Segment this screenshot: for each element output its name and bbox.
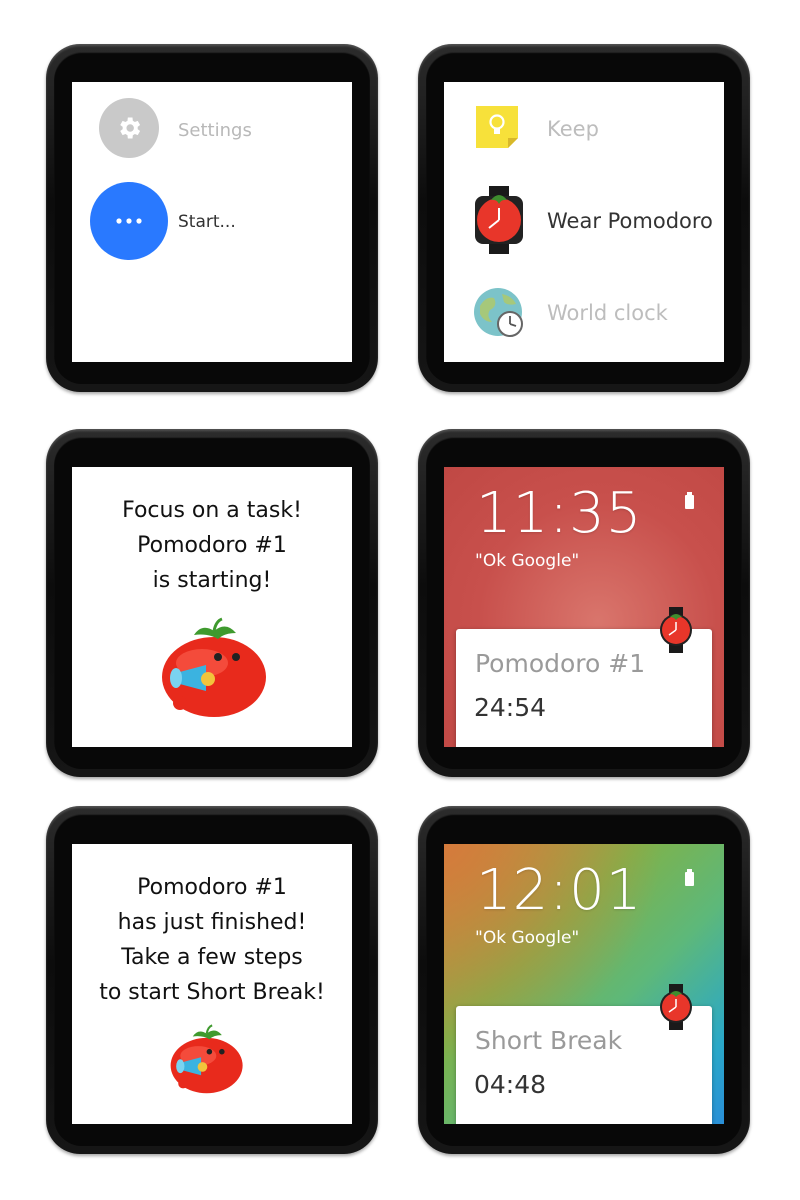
watch-frame-launcher: Settings Start... bbox=[46, 44, 378, 392]
clock-time: 11:35 bbox=[476, 481, 643, 546]
clock-time: 12:01 bbox=[476, 858, 643, 923]
card-timer: 04:48 bbox=[474, 1070, 547, 1099]
screen-break-ambient: 12:01 "Ok Google" Short Break 04:48 bbox=[444, 844, 724, 1124]
battery-icon bbox=[685, 869, 694, 886]
start-message: Focus on a task! Pomodoro #1 is starting… bbox=[72, 493, 352, 598]
message-line: has just finished! bbox=[117, 910, 307, 935]
screen-finish-message: Pomodoro #1 has just finished! Take a fe… bbox=[72, 844, 352, 1124]
pomodoro-watch-icon bbox=[658, 607, 694, 653]
message-line: Pomodoro #1 bbox=[137, 533, 287, 558]
menu-label-settings: Settings bbox=[178, 120, 252, 141]
app-label-wear-pomodoro: Wear Pomodoro bbox=[547, 209, 713, 233]
ok-google-hint[interactable]: "Ok Google" bbox=[475, 551, 579, 571]
message-line: Pomodoro #1 bbox=[137, 875, 287, 900]
menu-item-start[interactable]: Start... bbox=[72, 182, 352, 262]
menu-label-start: Start... bbox=[178, 212, 236, 232]
message-line: Take a few steps bbox=[121, 945, 303, 970]
pomodoro-watch-icon bbox=[658, 984, 694, 1030]
screen-app-list: Keep Wear Pomodoro World clock bbox=[444, 82, 724, 362]
message-line: to start Short Break! bbox=[99, 980, 325, 1005]
tomato-megaphone-icon bbox=[166, 1024, 250, 1096]
message-line: is starting! bbox=[152, 568, 272, 593]
card-title: Pomodoro #1 bbox=[475, 649, 646, 678]
screen-pomodoro-ambient: 11:35 "Ok Google" Pomodoro #1 24:54 bbox=[444, 467, 724, 747]
battery-icon bbox=[685, 492, 694, 509]
card-title: Short Break bbox=[475, 1026, 623, 1055]
pomodoro-watch-icon bbox=[471, 186, 527, 254]
app-label-keep: Keep bbox=[547, 117, 599, 141]
ok-google-hint[interactable]: "Ok Google" bbox=[475, 928, 579, 948]
app-label-world-clock: World clock bbox=[547, 301, 668, 325]
watch-frame-break-ambient: 12:01 "Ok Google" Short Break 04:48 bbox=[418, 806, 750, 1154]
message-line: Focus on a task! bbox=[122, 498, 302, 523]
screen-launcher: Settings Start... bbox=[72, 82, 352, 362]
finish-message: Pomodoro #1 has just finished! Take a fe… bbox=[72, 870, 352, 1010]
watch-frame-pomodoro-ambient: 11:35 "Ok Google" Pomodoro #1 24:54 bbox=[418, 429, 750, 777]
keep-icon bbox=[474, 104, 522, 150]
gear-icon bbox=[99, 98, 159, 158]
world-clock-icon bbox=[472, 286, 528, 342]
card-timer: 24:54 bbox=[474, 693, 547, 722]
menu-item-settings[interactable]: Settings bbox=[72, 90, 352, 170]
tomato-megaphone-icon bbox=[156, 617, 276, 721]
app-item-wear-pomodoro[interactable]: Wear Pomodoro bbox=[444, 186, 724, 256]
watch-frame-start-message: Focus on a task! Pomodoro #1 is starting… bbox=[46, 429, 378, 777]
watch-frame-finish-message: Pomodoro #1 has just finished! Take a fe… bbox=[46, 806, 378, 1154]
screen-start-message: Focus on a task! Pomodoro #1 is starting… bbox=[72, 467, 352, 747]
more-icon bbox=[90, 182, 168, 260]
app-item-keep[interactable]: Keep bbox=[444, 94, 724, 164]
watch-frame-app-list: Keep Wear Pomodoro World clock bbox=[418, 44, 750, 392]
app-item-world-clock[interactable]: World clock bbox=[444, 278, 724, 348]
